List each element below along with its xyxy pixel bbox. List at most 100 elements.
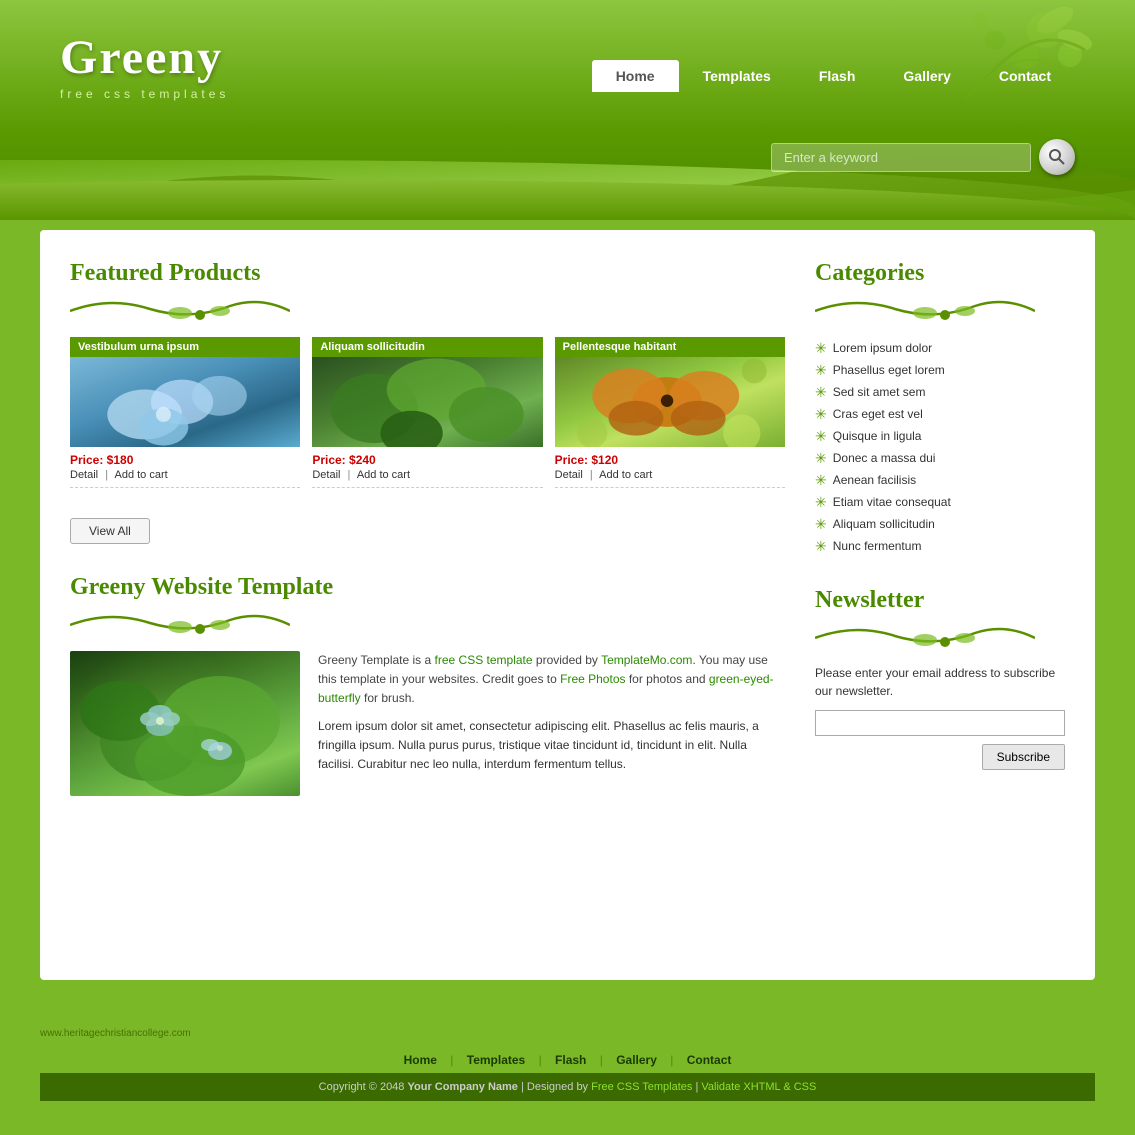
product-image-1 [70, 357, 300, 447]
about-para-1: Greeny Template is a free CSS template p… [318, 651, 785, 709]
product-price-3: Price: $120 [555, 453, 785, 467]
product-detail-link-2[interactable]: Detail [312, 469, 340, 481]
list-item: ✳Nunc fermentum [815, 535, 1065, 557]
list-item: ✳Aenean facilisis [815, 469, 1065, 491]
about-link-photos[interactable]: Free Photos [560, 672, 625, 686]
product-label-1: Vestibulum urna ipsum [70, 337, 300, 357]
view-all-button[interactable]: View All [70, 518, 150, 544]
about-link-butterfly[interactable]: green-eyed-butterfly [318, 672, 774, 705]
about-text: Greeny Template is a free CSS template p… [318, 651, 785, 796]
product-addcart-link-2[interactable]: Add to cart [357, 469, 410, 481]
right-sidebar: Categories ✳Lorem ipsum dolor ✳Phasellus… [815, 260, 1065, 950]
list-item: ✳Etiam vitae consequat [815, 491, 1065, 513]
footer: www.heritagechristiancollege.com Home | … [0, 1010, 1135, 1115]
content-area: Featured Products Vestibulum urna ipsum [40, 230, 1095, 980]
product-addcart-link-3[interactable]: Add to cart [599, 469, 652, 481]
footer-nav-templates[interactable]: Templates [467, 1053, 525, 1067]
footer-nav-contact[interactable]: Contact [687, 1053, 732, 1067]
search-bar [771, 139, 1075, 175]
nav-templates[interactable]: Templates [679, 60, 795, 92]
news-deco-wave-icon [815, 618, 1035, 648]
about-title: Greeny Website Template [70, 574, 785, 601]
product-label-3: Pellentesque habitant [555, 337, 785, 357]
star-icon: ✳ [815, 539, 827, 553]
list-item: ✳Cras eget est vel [815, 403, 1065, 425]
star-icon: ✳ [815, 473, 827, 487]
main-wrapper: Featured Products Vestibulum urna ipsum [0, 220, 1135, 1010]
list-item: ✳Aliquam sollicitudin [815, 513, 1065, 535]
footer-nav: Home | Templates | Flash | Gallery | Con… [40, 1043, 1095, 1073]
footer-template-link[interactable]: Free CSS Templates [591, 1081, 692, 1093]
nav-flash[interactable]: Flash [795, 60, 880, 92]
newsletter-title: Newsletter [815, 587, 1065, 614]
categories-section: Categories ✳Lorem ipsum dolor ✳Phasellus… [815, 260, 1065, 557]
star-icon: ✳ [815, 517, 827, 531]
featured-title: Featured Products [70, 260, 785, 287]
list-item: ✳Donec a massa dui [815, 447, 1065, 469]
about-section: Greeny Website Template [70, 574, 785, 796]
newsletter-section: Newsletter Please enter your email addre… [815, 587, 1065, 770]
list-item: ✳Phasellus eget lorem [815, 359, 1065, 381]
product-card-3: Pellentesque habitant [555, 337, 785, 488]
products-grid: Vestibulum urna ipsum Price: $180 [70, 337, 785, 488]
product-card-2: Aliquam sollicitudin Price: $240 Deta [312, 337, 542, 488]
newsletter-description: Please enter your email address to subsc… [815, 664, 1065, 700]
footer-copyright: Copyright © 2048 Your Company Name | Des… [40, 1073, 1095, 1101]
product-label-2: Aliquam sollicitudin [312, 337, 542, 357]
subscribe-button[interactable]: Subscribe [982, 744, 1065, 770]
newsletter-title-deco [815, 618, 1065, 648]
featured-section: Featured Products Vestibulum urna ipsum [70, 260, 785, 544]
site-tagline: free css templates [60, 87, 229, 101]
left-column: Featured Products Vestibulum urna ipsum [70, 260, 785, 950]
logo[interactable]: Greeny free css templates [60, 30, 229, 101]
star-icon: ✳ [815, 363, 827, 377]
star-icon: ✳ [815, 451, 827, 465]
search-button[interactable] [1039, 139, 1075, 175]
about-link-css[interactable]: free CSS template [435, 653, 533, 667]
footer-nav-flash[interactable]: Flash [555, 1053, 586, 1067]
nav-gallery[interactable]: Gallery [879, 60, 974, 92]
product-actions-2: Detail | Add to cart [312, 469, 542, 481]
product-price-1: Price: $180 [70, 453, 300, 467]
site-title: Greeny [60, 30, 229, 85]
featured-title-deco [70, 291, 785, 321]
footer-nav-home[interactable]: Home [404, 1053, 437, 1067]
about-deco-wave-icon [70, 605, 290, 635]
list-item: ✳Sed sit amet sem [815, 381, 1065, 403]
search-input[interactable] [771, 143, 1031, 172]
star-icon: ✳ [815, 385, 827, 399]
product-image-2 [312, 357, 542, 447]
nav-contact[interactable]: Contact [975, 60, 1075, 92]
footer-nav-gallery[interactable]: Gallery [616, 1053, 657, 1067]
product-actions-1: Detail | Add to cart [70, 469, 300, 481]
about-link-templatemo[interactable]: TemplateMo.com [601, 653, 692, 667]
star-icon: ✳ [815, 429, 827, 443]
product-detail-link-3[interactable]: Detail [555, 469, 583, 481]
product-detail-link-1[interactable]: Detail [70, 469, 98, 481]
product-card-1: Vestibulum urna ipsum Price: $180 [70, 337, 300, 488]
star-icon: ✳ [815, 495, 827, 509]
cat-deco-wave-icon [815, 291, 1035, 321]
about-image [70, 651, 300, 796]
list-item: ✳Quisque in ligula [815, 425, 1065, 447]
categories-title: Categories [815, 260, 1065, 287]
about-para-2: Lorem ipsum dolor sit amet, consectetur … [318, 717, 785, 775]
star-icon: ✳ [815, 341, 827, 355]
category-list: ✳Lorem ipsum dolor ✳Phasellus eget lorem… [815, 337, 1065, 557]
header: Greeny free css templates Home Templates… [0, 0, 1135, 220]
product-price-2: Price: $240 [312, 453, 542, 467]
about-title-deco [70, 605, 785, 635]
product-image-3 [555, 357, 785, 447]
email-input[interactable] [815, 710, 1065, 736]
star-icon: ✳ [815, 407, 827, 421]
deco-wave-icon [70, 291, 290, 321]
product-actions-3: Detail | Add to cart [555, 469, 785, 481]
footer-left-text: www.heritagechristiancollege.com [40, 1028, 191, 1043]
footer-validate-link[interactable]: Validate XHTML & CSS [701, 1081, 816, 1093]
nav-home[interactable]: Home [592, 60, 679, 92]
list-item: ✳Lorem ipsum dolor [815, 337, 1065, 359]
product-addcart-link-1[interactable]: Add to cart [115, 469, 168, 481]
about-content: Greeny Template is a free CSS template p… [70, 651, 785, 796]
search-icon [1048, 148, 1066, 166]
main-nav: Home Templates Flash Gallery Contact [592, 60, 1075, 92]
